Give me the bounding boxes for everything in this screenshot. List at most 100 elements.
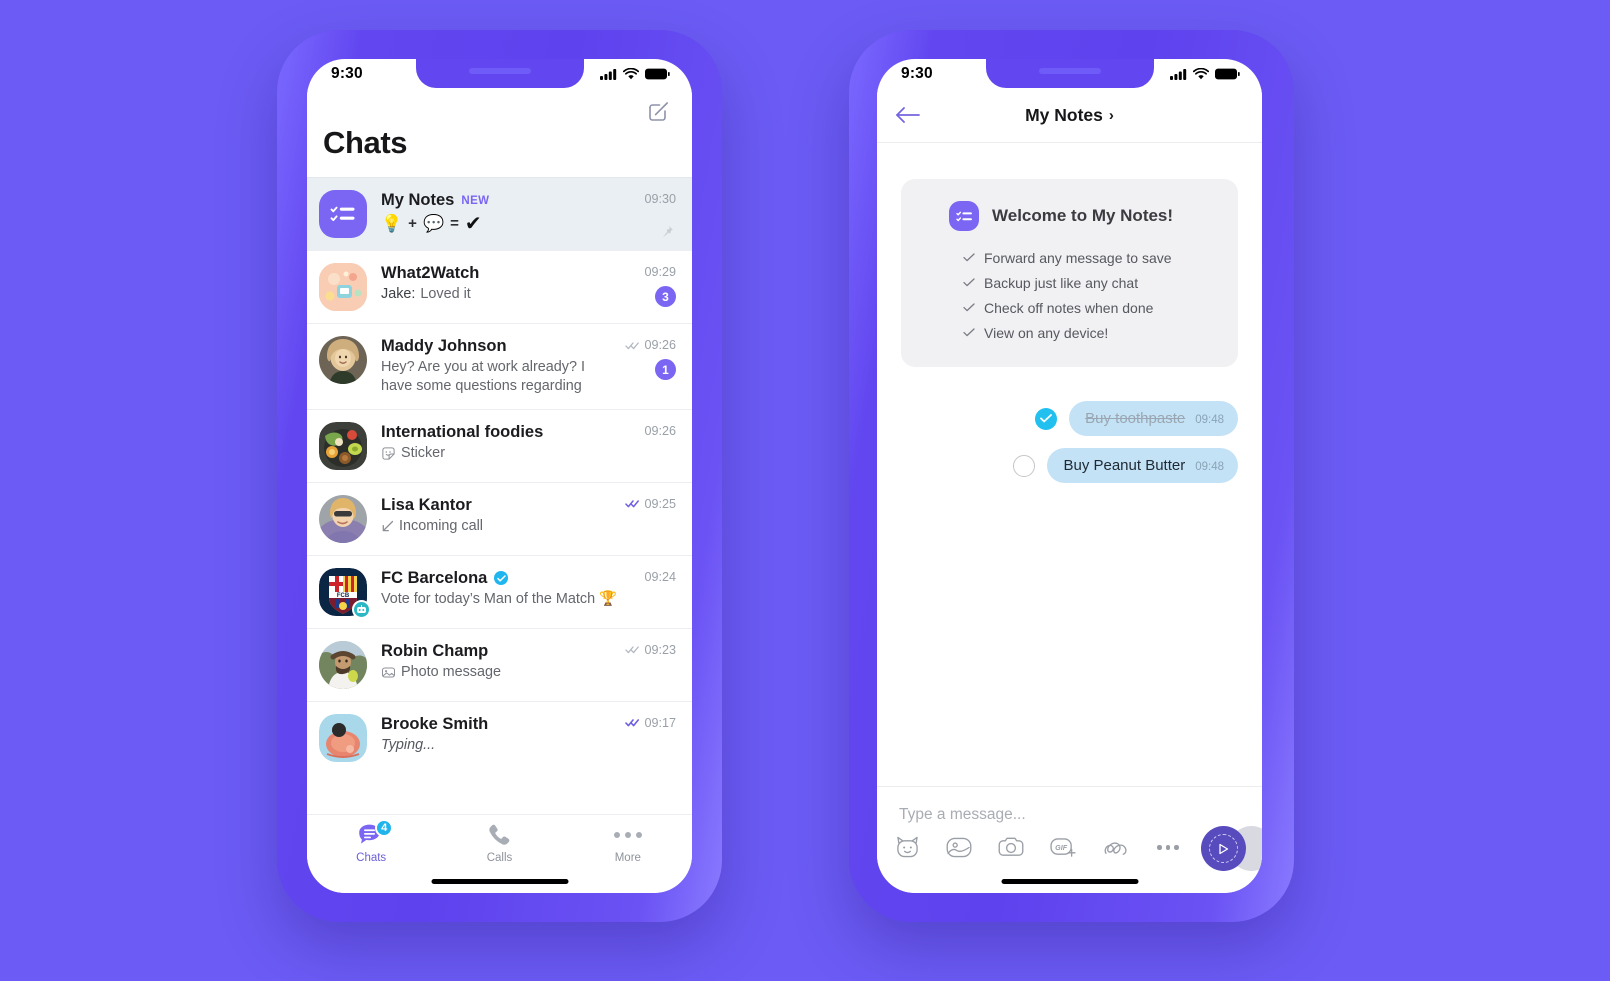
chat-row-robin-champ[interactable]: Robin Champ Photo message 09:23: [307, 627, 692, 701]
phone-left: 9:30 Chats My Notes NEW 💡 + 💬 = ✔ 09:30 …: [277, 30, 722, 922]
camera-icon[interactable]: [998, 837, 1024, 859]
chat-preview: Sticker: [381, 444, 620, 463]
preview-sender: Jake:: [381, 286, 416, 302]
chat-time: 09:30: [644, 192, 676, 206]
compose-icon[interactable]: [646, 98, 672, 124]
screen-my-notes: 9:30 My Notes › Welcome to My Notes! For…: [877, 59, 1262, 893]
message-time: 09:48: [1195, 414, 1224, 426]
back-arrow-icon[interactable]: [895, 106, 921, 124]
chat-row-international-foodies[interactable]: International foodies Sticker 09:26: [307, 408, 692, 482]
doodle-icon[interactable]: [1103, 837, 1131, 859]
avatar: [319, 494, 367, 543]
chat-row-content: Robin Champ Photo message: [381, 641, 620, 682]
chat-time: 09:24: [644, 569, 676, 584]
tab-calls[interactable]: Calls: [435, 823, 563, 864]
gallery-icon[interactable]: [946, 836, 972, 859]
time-row: 09:30: [644, 192, 676, 206]
chat-time: 09:17: [644, 715, 676, 730]
status-time: 9:30: [901, 64, 933, 82]
chat-time: 09:26: [644, 338, 676, 352]
avatar: [319, 713, 367, 762]
signal-bars-icon: [600, 68, 617, 80]
send-button[interactable]: [1201, 826, 1246, 871]
tab-chats[interactable]: 4 Chats: [307, 819, 435, 864]
chat-row-maddy-johnson[interactable]: Maddy Johnson Hey? Are you at work alrea…: [307, 323, 692, 409]
time-row: 09:26: [625, 338, 676, 352]
chat-name: Brooke Smith: [381, 714, 489, 733]
note-message-done[interactable]: Buy toothpaste 09:48: [877, 401, 1238, 436]
chat-title[interactable]: My Notes ›: [1025, 105, 1114, 126]
unread-badge: 3: [655, 286, 676, 307]
chat-row-brooke-smith[interactable]: Brooke Smith Typing... 09:17: [307, 700, 692, 774]
chat-row-what2watch[interactable]: What2Watch Jake: Loved it 09:29 3: [307, 250, 692, 323]
welcome-item-label: Forward any message to save: [984, 249, 1172, 266]
chat-row-meta: 09:26: [620, 422, 676, 438]
status-time: 9:30: [331, 64, 363, 82]
chat-row-content: Lisa Kantor Incoming call: [381, 495, 620, 536]
status-bar-right: 9:30: [877, 59, 1262, 88]
photo-icon: [381, 665, 396, 680]
checkmark-emoji: ✔: [464, 213, 482, 235]
chat-row-content: What2Watch Jake: Loved it: [381, 263, 620, 304]
chat-preview: Vote for today’s Man of the Match 🏆: [381, 590, 620, 609]
more-dots-icon[interactable]: [1157, 845, 1179, 850]
double-check-icon: [625, 499, 640, 508]
time-row: 09:17: [625, 716, 676, 730]
chat-row-meta: 09:29 3: [620, 263, 676, 307]
svg-text:GIF: GIF: [1055, 843, 1068, 851]
note-checkbox-checked[interactable]: [1035, 407, 1058, 430]
chat-row-lisa-kantor[interactable]: Lisa Kantor Incoming call 09:25: [307, 481, 692, 555]
chat-name-line: FC Barcelona: [381, 569, 620, 588]
chat-name: Maddy Johnson: [381, 337, 507, 355]
preview-text: Hey? Are you at work already? I have som…: [381, 359, 585, 395]
avatar: FCB: [319, 567, 371, 619]
chat-row-content: Brooke Smith Typing...: [381, 714, 620, 755]
composer-icons[interactable]: GIF: [895, 836, 1179, 859]
avatar: [319, 336, 367, 384]
gif-plus-icon[interactable]: GIF: [1050, 837, 1077, 859]
welcome-item-label: Backup just like any chat: [984, 274, 1139, 291]
chat-list[interactable]: My Notes NEW 💡 + 💬 = ✔ 09:30 What2Watch …: [307, 177, 692, 774]
chevron-right-icon: ›: [1108, 106, 1114, 124]
time-row: 09:24: [644, 570, 676, 584]
tab-more[interactable]: More: [564, 823, 692, 864]
chat-row-my-notes[interactable]: My Notes NEW 💡 + 💬 = ✔ 09:30: [307, 177, 692, 250]
pin-icon: [660, 225, 674, 239]
chat-row-fc-barcelona[interactable]: FCB FC Barcelona Vote for today’s Man of…: [307, 554, 692, 628]
welcome-item-label: View on any device!: [984, 324, 1109, 341]
chat-name-line: Brooke Smith: [381, 715, 620, 734]
chat-name-line: Lisa Kantor: [381, 496, 620, 515]
check-icon: [963, 303, 975, 312]
notes-header: My Notes ›: [877, 88, 1262, 143]
note-message-todo[interactable]: Buy Peanut Butter 09:48: [877, 448, 1238, 483]
welcome-item-label: Check off notes when done: [984, 299, 1154, 316]
message-time: 09:48: [1195, 461, 1224, 473]
chat-preview: Incoming call: [381, 517, 620, 536]
chat-name: Lisa Kantor: [381, 495, 472, 514]
notes-icon: [949, 201, 979, 231]
chat-row-meta: 09:17: [620, 714, 676, 730]
note-checkbox-unchecked[interactable]: [1013, 454, 1036, 477]
chat-row-meta: 09:26 1: [620, 336, 676, 380]
welcome-list-item: Check off notes when done: [921, 295, 1218, 320]
message-bubble[interactable]: Buy toothpaste 09:48: [1069, 401, 1238, 436]
speech-balloon-emoji: 💬: [422, 213, 445, 233]
chat-row-meta: 09:25: [620, 495, 676, 511]
double-check-icon: [625, 718, 640, 727]
tab-label: Calls: [486, 852, 513, 864]
incoming-call-icon: [381, 520, 394, 533]
chat-preview: Photo message: [381, 663, 620, 682]
avatar: [319, 263, 367, 311]
message-bubble[interactable]: Buy Peanut Butter 09:48: [1047, 448, 1238, 483]
chat-name-line: What2Watch: [381, 264, 620, 283]
message-input[interactable]: Type a message...: [899, 806, 1026, 824]
preview-text: Loved it: [420, 286, 471, 302]
chat-name: My Notes: [381, 191, 455, 209]
time-row: 09:26: [644, 424, 676, 438]
more-dots-icon: [613, 823, 642, 847]
chat-name: FC Barcelona: [381, 568, 488, 587]
chat-row-content: Maddy Johnson Hey? Are you at work alrea…: [381, 336, 620, 397]
welcome-list-item: View on any device!: [921, 320, 1218, 345]
chat-preview: Typing...: [381, 736, 620, 755]
sticker-cat-icon[interactable]: [895, 836, 920, 859]
